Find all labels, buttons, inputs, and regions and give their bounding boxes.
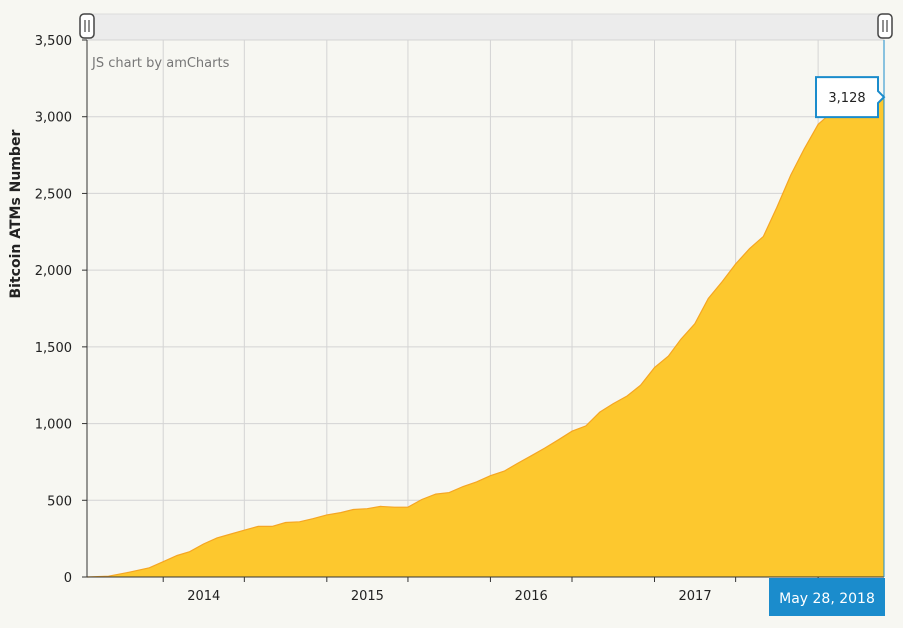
- y-tick-label: 500: [47, 494, 72, 509]
- y-tick-label: 2,500: [35, 187, 72, 202]
- y-axis-title-text: Bitcoin ATMs Number: [8, 129, 24, 299]
- y-tick-label: 1,500: [35, 341, 72, 356]
- y-axis-title: Bitcoin ATMs Number: [5, 130, 24, 299]
- scrollbar-right-grip[interactable]: [877, 13, 893, 39]
- x-tick-label: 2015: [351, 589, 384, 604]
- x-tick-label: 2017: [679, 589, 712, 604]
- value-balloon-label: 3,128: [828, 91, 865, 106]
- chart: 0 500 1,000 1,500 2,000 2,500 3,000 3,500 2014 20…: [0, 0, 903, 624]
- credit-text[interactable]: JS chart by amCharts: [91, 56, 230, 71]
- scrollbar-track[interactable]: [85, 13, 885, 41]
- chart-svg: 0 500 1,000 1,500 2,000 2,500 3,000 3,500 2014 20…: [35, 13, 893, 616]
- x-tick-label: 2014: [187, 589, 220, 604]
- cursor-date-label: May 28, 2018: [779, 591, 875, 607]
- y-tick-label: 1,000: [35, 418, 72, 433]
- y-tick-label: 3,000: [35, 111, 72, 126]
- y-tick-label: 2,000: [35, 264, 72, 279]
- y-tick-label: 0: [64, 571, 72, 586]
- scrollbar[interactable]: [79, 13, 893, 41]
- x-tick-label: 2016: [515, 589, 548, 604]
- y-tick-label: 3,500: [35, 34, 72, 49]
- scrollbar-left-grip[interactable]: [79, 13, 95, 39]
